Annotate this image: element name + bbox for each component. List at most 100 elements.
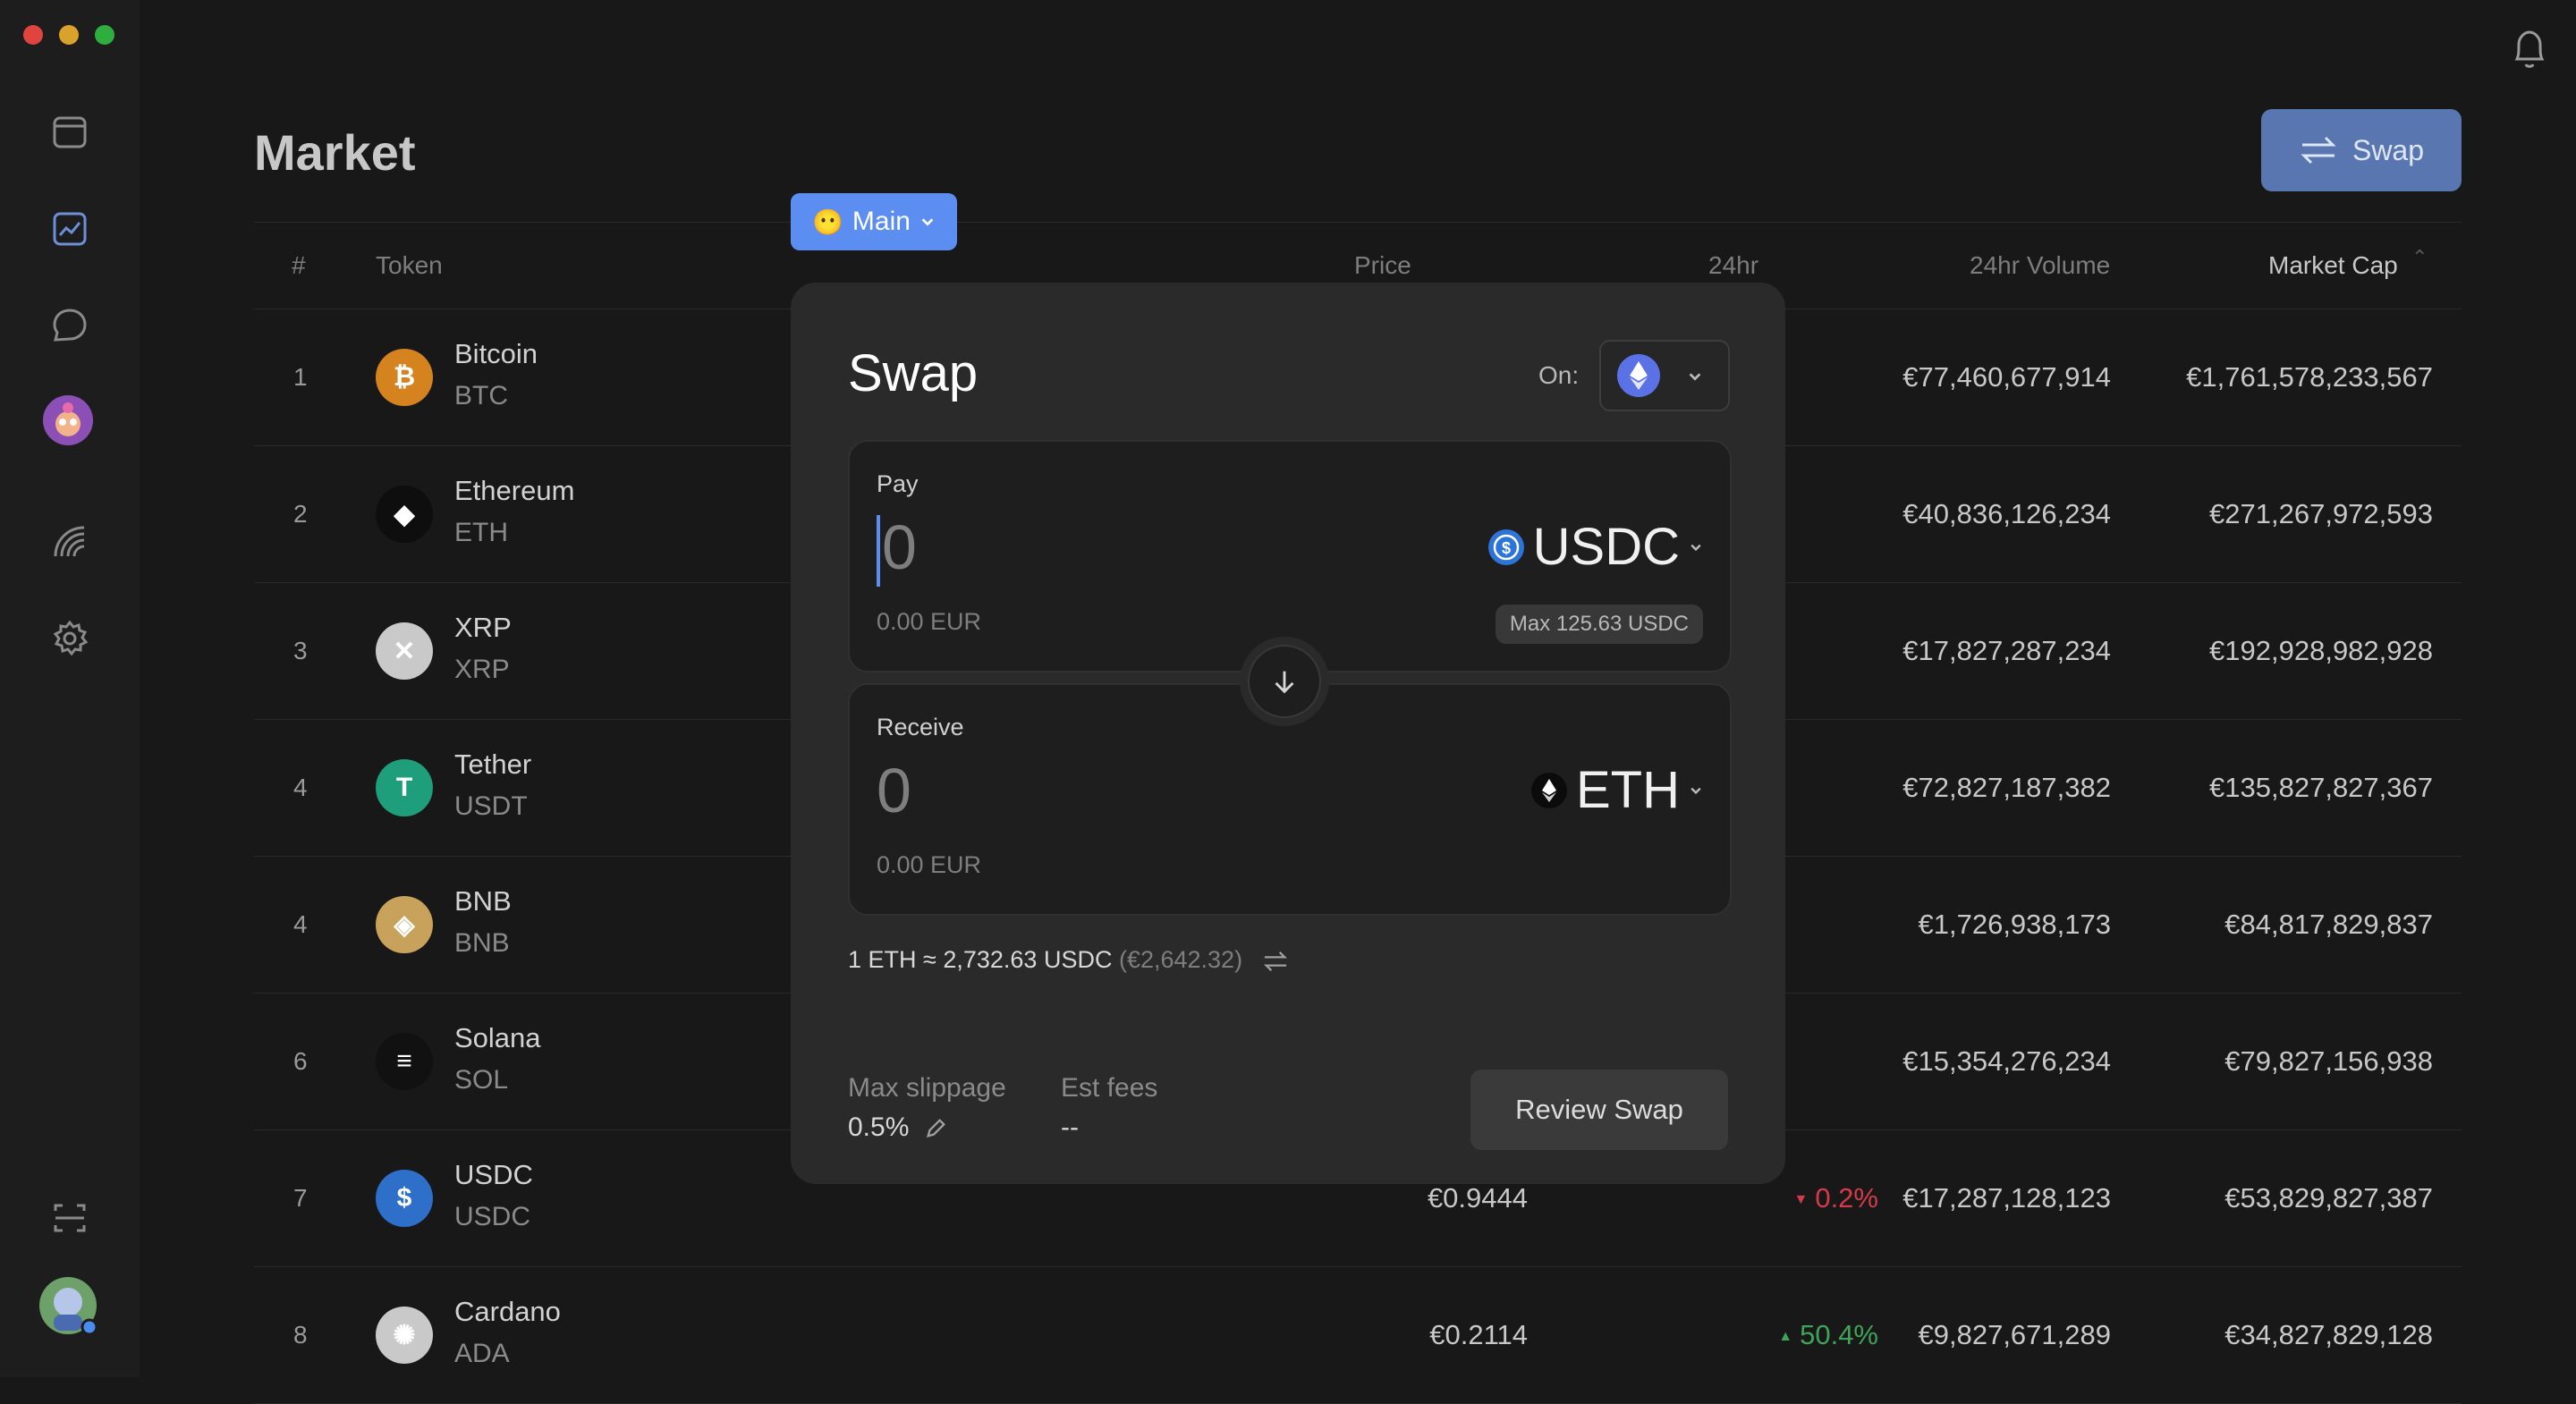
row-rank: 7: [293, 1184, 308, 1212]
swap-arrows-icon: [2301, 136, 2336, 165]
swap-button-label: Swap: [2351, 133, 2425, 166]
swap-modal-title: Swap: [848, 344, 979, 402]
token-symbol: USDC: [454, 1202, 531, 1231]
token-name: Bitcoin: [454, 338, 538, 369]
token-market-cap: €79,827,156,938: [2224, 1045, 2433, 1077]
token-name: BNB: [454, 885, 512, 917]
exchange-rate-text: 1 ETH ≈ 2,732.63 USDC: [848, 946, 1113, 973]
nft-avatar-icon[interactable]: [43, 395, 93, 445]
token-logo-glyph: ✺: [393, 1320, 416, 1350]
change-value: 50.4%: [1800, 1319, 1878, 1350]
header-token[interactable]: Token: [376, 251, 443, 280]
token-market-cap: €192,928,982,928: [2209, 635, 2433, 666]
token-logo-glyph: ◆: [394, 499, 415, 529]
swap-rate-direction-icon[interactable]: [1262, 950, 1289, 973]
pay-amount-input[interactable]: 0: [882, 512, 917, 583]
token-market-cap: €271,267,972,593: [2209, 498, 2433, 529]
chat-bubble-icon[interactable]: [47, 302, 93, 349]
scan-icon[interactable]: [47, 1195, 93, 1241]
settings-gear-icon[interactable]: [47, 615, 93, 662]
token-logo-icon: $: [376, 1170, 433, 1227]
token-market-cap: €34,827,829,128: [2224, 1319, 2433, 1350]
svg-text:$: $: [1502, 539, 1511, 557]
token-logo-icon: ✺: [376, 1307, 433, 1364]
max-balance-badge[interactable]: Max 125.63 USDC: [1495, 605, 1703, 644]
chevron-down-icon: [1689, 373, 1701, 381]
edit-pencil-icon[interactable]: [924, 1117, 947, 1140]
token-symbol: BNB: [454, 928, 510, 958]
row-rank: 8: [293, 1321, 308, 1349]
change-arrow-icon: ▲: [1778, 1328, 1793, 1344]
swap-button[interactable]: Swap: [2261, 109, 2462, 191]
token-symbol: ETH: [454, 518, 508, 547]
max-slippage-label: Max slippage: [848, 1073, 1006, 1103]
network-selector[interactable]: [1599, 340, 1730, 411]
est-fees-value: --: [1061, 1112, 1079, 1142]
token-logo-glyph: T: [395, 773, 413, 802]
token-market-cap: €1,761,578,233,567: [2186, 361, 2433, 393]
token-volume: €9,827,671,289: [1918, 1319, 2112, 1350]
ethereum-icon: [1617, 354, 1660, 397]
account-selector[interactable]: 😶 Main: [791, 193, 957, 250]
flip-direction-button[interactable]: [1240, 637, 1329, 726]
review-swap-button[interactable]: Review Swap: [1470, 1070, 1728, 1150]
profile-avatar-icon[interactable]: [39, 1277, 98, 1336]
chart-icon[interactable]: [47, 206, 93, 252]
close-window-button[interactable]: [23, 25, 43, 45]
token-volume: €15,354,276,234: [1902, 1045, 2111, 1077]
row-rank: 6: [293, 1047, 308, 1075]
token-market-cap: €84,817,829,837: [2224, 909, 2433, 940]
token-symbol: SOL: [454, 1065, 509, 1095]
token-logo-glyph: ₿: [393, 362, 416, 392]
token-symbol: BTC: [454, 381, 508, 410]
max-slippage-value[interactable]: 0.5%: [848, 1112, 947, 1143]
pay-label: Pay: [877, 470, 919, 497]
receive-amount[interactable]: 0: [877, 755, 911, 826]
token-logo-icon: ◈: [376, 896, 433, 953]
minimize-window-button[interactable]: [59, 25, 79, 45]
receive-token-symbol: ETH: [1576, 761, 1680, 819]
row-rank: 3: [293, 637, 308, 664]
token-name: Cardano: [454, 1296, 561, 1327]
table-row[interactable]: 8 ✺ Cardano ADA €0.2114 ▲ 50.4% €9,827,671,289 €…: [254, 1267, 2462, 1404]
wallet-icon[interactable]: [47, 109, 93, 156]
token-name: XRP: [454, 612, 512, 643]
header-market-cap[interactable]: Market Cap: [2268, 251, 2398, 280]
header-24hr[interactable]: 24hr: [1708, 251, 1758, 280]
rainbow-icon[interactable]: [47, 519, 93, 565]
chevron-down-icon: [921, 218, 934, 226]
token-volume: €17,827,287,234: [1902, 635, 2111, 666]
token-volume: €72,827,187,382: [1902, 772, 2111, 803]
token-market-cap: €53,829,827,387: [2224, 1182, 2433, 1214]
token-name: Ethereum: [454, 475, 575, 506]
ethereum-icon: [1531, 772, 1567, 808]
token-logo-glyph: $: [396, 1183, 412, 1213]
notifications-bell-icon[interactable]: [2510, 27, 2549, 72]
max-slippage-value-text: 0.5%: [848, 1112, 910, 1142]
exchange-rate: 1 ETH ≈ 2,732.63 USDC (€2,642.32): [848, 946, 1289, 974]
token-logo-icon: ✕: [376, 622, 433, 680]
token-logo-glyph: ◈: [394, 909, 415, 940]
header-price[interactable]: Price: [1354, 251, 1411, 280]
token-logo-icon: T: [376, 759, 433, 816]
arrow-down-icon: [1275, 671, 1294, 694]
token-symbol: ADA: [454, 1339, 510, 1368]
header-volume[interactable]: 24hr Volume: [1970, 251, 2110, 280]
receive-token-selector[interactable]: ETH: [1531, 760, 1703, 820]
token-symbol: XRP: [454, 655, 510, 684]
chevron-down-icon: [1690, 787, 1701, 794]
maximize-window-button[interactable]: [95, 25, 114, 45]
token-logo-icon: ₿: [376, 349, 433, 406]
text-cursor: [877, 515, 880, 587]
sort-indicator-icon: ⌃: [2411, 246, 2428, 268]
swap-modal: Swap On: Pay 0 0.00 EUR $ USDC Max 125.6…: [791, 283, 1785, 1184]
pay-fiat-value: 0.00 EUR: [877, 608, 982, 635]
page-title: Market: [254, 124, 416, 181]
token-volume: €1,726,938,173: [1918, 909, 2112, 940]
sidebar: [0, 0, 140, 1377]
pay-token-selector[interactable]: $ USDC: [1487, 517, 1703, 577]
est-fees-label: Est fees: [1061, 1073, 1158, 1103]
header-rank[interactable]: #: [292, 251, 306, 280]
token-name: Tether: [454, 749, 532, 780]
token-volume: €77,460,677,914: [1902, 361, 2111, 393]
